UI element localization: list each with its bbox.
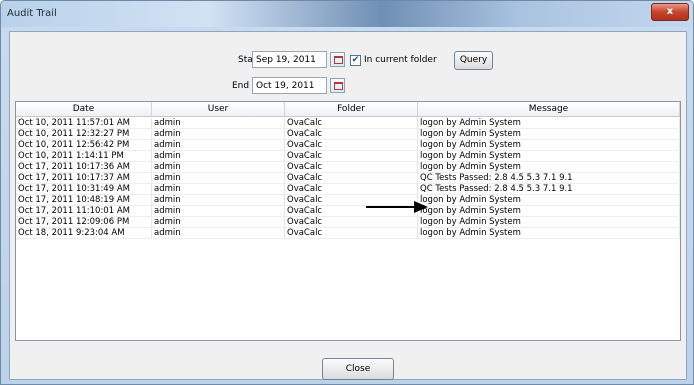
cell-message: QC Tests Passed: 2.8 4.5 5.3 7.1 9.1 — [418, 173, 680, 184]
cell-folder: OvaCalc — [285, 217, 418, 228]
column-header-user[interactable]: User — [152, 102, 285, 116]
query-button[interactable]: Query — [454, 51, 493, 70]
cell-message: logon by Admin System — [418, 151, 680, 162]
cell-user: admin — [152, 129, 285, 140]
cell-user: admin — [152, 195, 285, 206]
cell-folder: OvaCalc — [285, 228, 418, 239]
cell-message: logon by Admin System — [418, 217, 680, 228]
cell-user: admin — [152, 217, 285, 228]
cell-folder: OvaCalc — [285, 151, 418, 162]
cell-user: admin — [152, 173, 285, 184]
end-calendar-button[interactable] — [330, 78, 345, 93]
cell-date: Oct 17, 2011 10:17:37 AM — [16, 173, 152, 184]
arrow-right-icon — [366, 201, 428, 213]
table-row[interactable]: Oct 17, 2011 10:48:19 AM admin OvaCalc logo… — [16, 195, 680, 206]
table-row[interactable]: Oct 17, 2011 12:09:06 PM admin OvaCalc logo… — [16, 217, 680, 228]
cell-user: admin — [152, 184, 285, 195]
column-header-folder[interactable]: Folder — [285, 102, 418, 116]
cell-date: Oct 10, 2011 12:32:27 PM — [16, 129, 152, 140]
cell-date: Oct 17, 2011 10:48:19 AM — [16, 195, 152, 206]
window-close-button[interactable]: x — [651, 3, 689, 21]
table-row[interactable]: Oct 10, 2011 11:57:01 AM admin OvaCalc logo… — [16, 118, 680, 129]
cell-user: admin — [152, 162, 285, 173]
cell-message: logon by Admin System — [418, 206, 680, 217]
in-current-folder-label: In current folder — [364, 55, 437, 65]
cell-date: Oct 10, 2011 11:57:01 AM — [16, 118, 152, 129]
table-row[interactable]: Oct 17, 2011 10:17:37 AM admin OvaCalc QC T… — [16, 173, 680, 184]
cell-message: logon by Admin System — [418, 118, 680, 129]
in-current-folder-checkbox[interactable]: ✔ — [350, 55, 361, 66]
table-row[interactable]: Oct 17, 2011 11:10:01 AM admin OvaCalc logo… — [16, 206, 680, 217]
cell-date: Oct 17, 2011 11:10:01 AM — [16, 206, 152, 217]
table-row[interactable]: Oct 10, 2011 1:14:11 PM admin OvaCalc logon… — [16, 151, 680, 162]
cell-date: Oct 17, 2011 10:31:49 AM — [16, 184, 152, 195]
end-date-field[interactable]: Oct 19, 2011 — [252, 77, 327, 94]
cell-message: QC Tests Passed: 2.8 4.5 5.3 7.1 9.1 — [418, 184, 680, 195]
end-label: End — [232, 81, 250, 91]
start-date-field[interactable]: Sep 19, 2011 — [252, 51, 327, 68]
cell-user: admin — [152, 118, 285, 129]
column-header-date[interactable]: Date — [16, 102, 152, 116]
cell-folder: OvaCalc — [285, 162, 418, 173]
audit-table[interactable]: Date User Folder Message Oct 10, 2011 11… — [15, 101, 681, 341]
audit-trail-window: Audit Trail x Start Sep 19, 2011 ✔ In cu… — [0, 0, 694, 385]
cell-user: admin — [152, 206, 285, 217]
cell-folder: OvaCalc — [285, 140, 418, 151]
close-button[interactable]: Close — [322, 358, 394, 380]
cell-date: Oct 10, 2011 1:14:11 PM — [16, 151, 152, 162]
table-row[interactable]: Oct 17, 2011 10:17:36 AM admin OvaCalc logo… — [16, 162, 680, 173]
column-header-message[interactable]: Message — [418, 102, 680, 116]
cell-date: Oct 10, 2011 12:56:42 PM — [16, 140, 152, 151]
window-title: Audit Trail — [7, 8, 57, 19]
table-row[interactable]: Oct 17, 2011 10:31:49 AM admin OvaCalc QC T… — [16, 184, 680, 195]
cell-message: logon by Admin System — [418, 140, 680, 151]
cell-folder: OvaCalc — [285, 129, 418, 140]
cell-user: admin — [152, 228, 285, 239]
title-bar[interactable]: Audit Trail x — [1, 1, 693, 27]
cell-folder: OvaCalc — [285, 118, 418, 129]
cell-date: Oct 17, 2011 10:17:36 AM — [16, 162, 152, 173]
calendar-icon — [334, 56, 343, 64]
cell-user: admin — [152, 140, 285, 151]
start-calendar-button[interactable] — [330, 52, 345, 67]
cell-message: logon by Admin System — [418, 129, 680, 140]
table-row[interactable]: Oct 10, 2011 12:56:42 PM admin OvaCalc logo… — [16, 140, 680, 151]
table-row[interactable]: Oct 18, 2011 9:23:04 AM admin OvaCalc logon… — [16, 228, 680, 239]
cell-folder: OvaCalc — [285, 173, 418, 184]
table-header: Date User Folder Message — [16, 102, 680, 117]
cell-date: Oct 18, 2011 9:23:04 AM — [16, 228, 152, 239]
cell-folder: OvaCalc — [285, 184, 418, 195]
cell-user: admin — [152, 151, 285, 162]
cell-date: Oct 17, 2011 12:09:06 PM — [16, 217, 152, 228]
cell-message: logon by Admin System — [418, 228, 680, 239]
calendar-icon — [334, 82, 343, 90]
cell-message: logon by Admin System — [418, 162, 680, 173]
table-row[interactable]: Oct 10, 2011 12:32:27 PM admin OvaCalc logo… — [16, 129, 680, 140]
cell-message: logon by Admin System — [418, 195, 680, 206]
